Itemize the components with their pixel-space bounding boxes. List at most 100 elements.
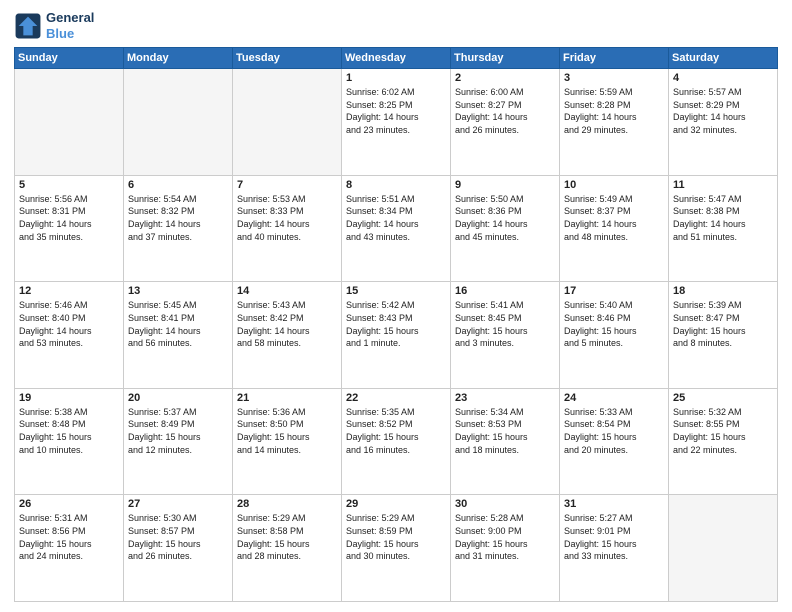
calendar-cell-29: 29 Sunrise: 5:29 AM Sunset: 8:59 PM Dayli… <box>342 495 451 602</box>
day-number: 3 <box>564 72 664 84</box>
logo-icon <box>14 12 42 40</box>
day-number: 18 <box>673 285 773 297</box>
cell-details: Sunrise: 5:51 AM Sunset: 8:34 PM Dayligh… <box>346 193 446 243</box>
calendar-cell-11: 11 Sunrise: 5:47 AM Sunset: 8:38 PM Dayli… <box>669 175 778 282</box>
calendar-cell-empty <box>233 69 342 176</box>
cell-details: Sunrise: 5:31 AM Sunset: 8:56 PM Dayligh… <box>19 512 119 562</box>
weekday-header-thursday: Thursday <box>451 48 560 69</box>
cell-details: Sunrise: 5:34 AM Sunset: 8:53 PM Dayligh… <box>455 406 555 456</box>
cell-details: Sunrise: 5:36 AM Sunset: 8:50 PM Dayligh… <box>237 406 337 456</box>
day-number: 7 <box>237 179 337 191</box>
week-row-4: 26 Sunrise: 5:31 AM Sunset: 8:56 PM Dayli… <box>15 495 778 602</box>
calendar-cell-23: 23 Sunrise: 5:34 AM Sunset: 8:53 PM Dayli… <box>451 388 560 495</box>
calendar-cell-5: 5 Sunrise: 5:56 AM Sunset: 8:31 PM Daylig… <box>15 175 124 282</box>
calendar-cell-6: 6 Sunrise: 5:54 AM Sunset: 8:32 PM Daylig… <box>124 175 233 282</box>
cell-details: Sunrise: 6:02 AM Sunset: 8:25 PM Dayligh… <box>346 86 446 136</box>
day-number: 19 <box>19 392 119 404</box>
week-row-0: 1 Sunrise: 6:02 AM Sunset: 8:25 PM Daylig… <box>15 69 778 176</box>
calendar-table: SundayMondayTuesdayWednesdayThursdayFrid… <box>14 47 778 602</box>
day-number: 17 <box>564 285 664 297</box>
cell-details: Sunrise: 5:54 AM Sunset: 8:32 PM Dayligh… <box>128 193 228 243</box>
calendar-cell-4: 4 Sunrise: 5:57 AM Sunset: 8:29 PM Daylig… <box>669 69 778 176</box>
day-number: 2 <box>455 72 555 84</box>
calendar-cell-9: 9 Sunrise: 5:50 AM Sunset: 8:36 PM Daylig… <box>451 175 560 282</box>
week-row-1: 5 Sunrise: 5:56 AM Sunset: 8:31 PM Daylig… <box>15 175 778 282</box>
cell-details: Sunrise: 5:56 AM Sunset: 8:31 PM Dayligh… <box>19 193 119 243</box>
weekday-header-row: SundayMondayTuesdayWednesdayThursdayFrid… <box>15 48 778 69</box>
cell-details: Sunrise: 5:32 AM Sunset: 8:55 PM Dayligh… <box>673 406 773 456</box>
day-number: 5 <box>19 179 119 191</box>
calendar-cell-19: 19Sunrise: 5:38 AM Sunset: 8:48 PM Dayli… <box>15 388 124 495</box>
calendar-cell-24: 24 Sunrise: 5:33 AM Sunset: 8:54 PM Dayli… <box>560 388 669 495</box>
calendar-cell-8: 8Sunrise: 5:51 AM Sunset: 8:34 PM Daylig… <box>342 175 451 282</box>
logo: General Blue <box>14 10 94 41</box>
day-number: 21 <box>237 392 337 404</box>
cell-details: Sunrise: 5:30 AM Sunset: 8:57 PM Dayligh… <box>128 512 228 562</box>
calendar-cell-empty <box>124 69 233 176</box>
calendar-cell-13: 13Sunrise: 5:45 AM Sunset: 8:41 PM Dayli… <box>124 282 233 389</box>
day-number: 1 <box>346 72 446 84</box>
weekday-header-tuesday: Tuesday <box>233 48 342 69</box>
cell-details: Sunrise: 5:37 AM Sunset: 8:49 PM Dayligh… <box>128 406 228 456</box>
day-number: 12 <box>19 285 119 297</box>
weekday-header-sunday: Sunday <box>15 48 124 69</box>
day-number: 28 <box>237 498 337 510</box>
cell-details: Sunrise: 5:35 AM Sunset: 8:52 PM Dayligh… <box>346 406 446 456</box>
calendar-cell-28: 28 Sunrise: 5:29 AM Sunset: 8:58 PM Dayli… <box>233 495 342 602</box>
calendar-cell-25: 25 Sunrise: 5:32 AM Sunset: 8:55 PM Dayli… <box>669 388 778 495</box>
cell-details: Sunrise: 5:59 AM Sunset: 8:28 PM Dayligh… <box>564 86 664 136</box>
calendar-cell-22: 22 Sunrise: 5:35 AM Sunset: 8:52 PM Dayli… <box>342 388 451 495</box>
day-number: 11 <box>673 179 773 191</box>
day-number: 30 <box>455 498 555 510</box>
day-number: 22 <box>346 392 446 404</box>
weekday-header-wednesday: Wednesday <box>342 48 451 69</box>
cell-details: Sunrise: 5:45 AM Sunset: 8:41 PM Dayligh… <box>128 299 228 349</box>
cell-details: Sunrise: 5:40 AM Sunset: 8:46 PM Dayligh… <box>564 299 664 349</box>
calendar-cell-empty <box>669 495 778 602</box>
calendar-cell-7: 7 Sunrise: 5:53 AM Sunset: 8:33 PM Daylig… <box>233 175 342 282</box>
calendar-cell-2: 2Sunrise: 6:00 AM Sunset: 8:27 PM Daylig… <box>451 69 560 176</box>
calendar-cell-empty <box>15 69 124 176</box>
day-number: 15 <box>346 285 446 297</box>
day-number: 9 <box>455 179 555 191</box>
cell-details: Sunrise: 5:50 AM Sunset: 8:36 PM Dayligh… <box>455 193 555 243</box>
day-number: 6 <box>128 179 228 191</box>
cell-details: Sunrise: 5:53 AM Sunset: 8:33 PM Dayligh… <box>237 193 337 243</box>
calendar-cell-3: 3 Sunrise: 5:59 AM Sunset: 8:28 PM Daylig… <box>560 69 669 176</box>
cell-details: Sunrise: 5:29 AM Sunset: 8:58 PM Dayligh… <box>237 512 337 562</box>
page: General Blue SundayMondayTuesdayWednesda… <box>0 0 792 612</box>
week-row-3: 19Sunrise: 5:38 AM Sunset: 8:48 PM Dayli… <box>15 388 778 495</box>
calendar-cell-1: 1 Sunrise: 6:02 AM Sunset: 8:25 PM Daylig… <box>342 69 451 176</box>
logo-text: General Blue <box>46 10 94 41</box>
calendar-cell-15: 15 Sunrise: 5:42 AM Sunset: 8:43 PM Dayli… <box>342 282 451 389</box>
cell-details: Sunrise: 5:47 AM Sunset: 8:38 PM Dayligh… <box>673 193 773 243</box>
cell-details: Sunrise: 5:41 AM Sunset: 8:45 PM Dayligh… <box>455 299 555 349</box>
cell-details: Sunrise: 5:49 AM Sunset: 8:37 PM Dayligh… <box>564 193 664 243</box>
weekday-header-saturday: Saturday <box>669 48 778 69</box>
day-number: 24 <box>564 392 664 404</box>
day-number: 4 <box>673 72 773 84</box>
calendar-cell-26: 26 Sunrise: 5:31 AM Sunset: 8:56 PM Dayli… <box>15 495 124 602</box>
day-number: 26 <box>19 498 119 510</box>
day-number: 23 <box>455 392 555 404</box>
calendar-cell-20: 20 Sunrise: 5:37 AM Sunset: 8:49 PM Dayli… <box>124 388 233 495</box>
day-number: 14 <box>237 285 337 297</box>
day-number: 27 <box>128 498 228 510</box>
day-number: 20 <box>128 392 228 404</box>
cell-details: Sunrise: 5:29 AM Sunset: 8:59 PM Dayligh… <box>346 512 446 562</box>
day-number: 16 <box>455 285 555 297</box>
calendar-cell-30: 30 Sunrise: 5:28 AM Sunset: 9:00 PM Dayli… <box>451 495 560 602</box>
day-number: 25 <box>673 392 773 404</box>
cell-details: Sunrise: 5:42 AM Sunset: 8:43 PM Dayligh… <box>346 299 446 349</box>
week-row-2: 12Sunrise: 5:46 AM Sunset: 8:40 PM Dayli… <box>15 282 778 389</box>
calendar-cell-27: 27 Sunrise: 5:30 AM Sunset: 8:57 PM Dayli… <box>124 495 233 602</box>
cell-details: Sunrise: 5:28 AM Sunset: 9:00 PM Dayligh… <box>455 512 555 562</box>
cell-details: Sunrise: 5:33 AM Sunset: 8:54 PM Dayligh… <box>564 406 664 456</box>
day-number: 10 <box>564 179 664 191</box>
calendar-cell-16: 16 Sunrise: 5:41 AM Sunset: 8:45 PM Dayli… <box>451 282 560 389</box>
day-number: 29 <box>346 498 446 510</box>
cell-details: Sunrise: 5:39 AM Sunset: 8:47 PM Dayligh… <box>673 299 773 349</box>
cell-details: Sunrise: 5:57 AM Sunset: 8:29 PM Dayligh… <box>673 86 773 136</box>
cell-details: Sunrise: 5:43 AM Sunset: 8:42 PM Dayligh… <box>237 299 337 349</box>
calendar-cell-10: 10 Sunrise: 5:49 AM Sunset: 8:37 PM Dayli… <box>560 175 669 282</box>
